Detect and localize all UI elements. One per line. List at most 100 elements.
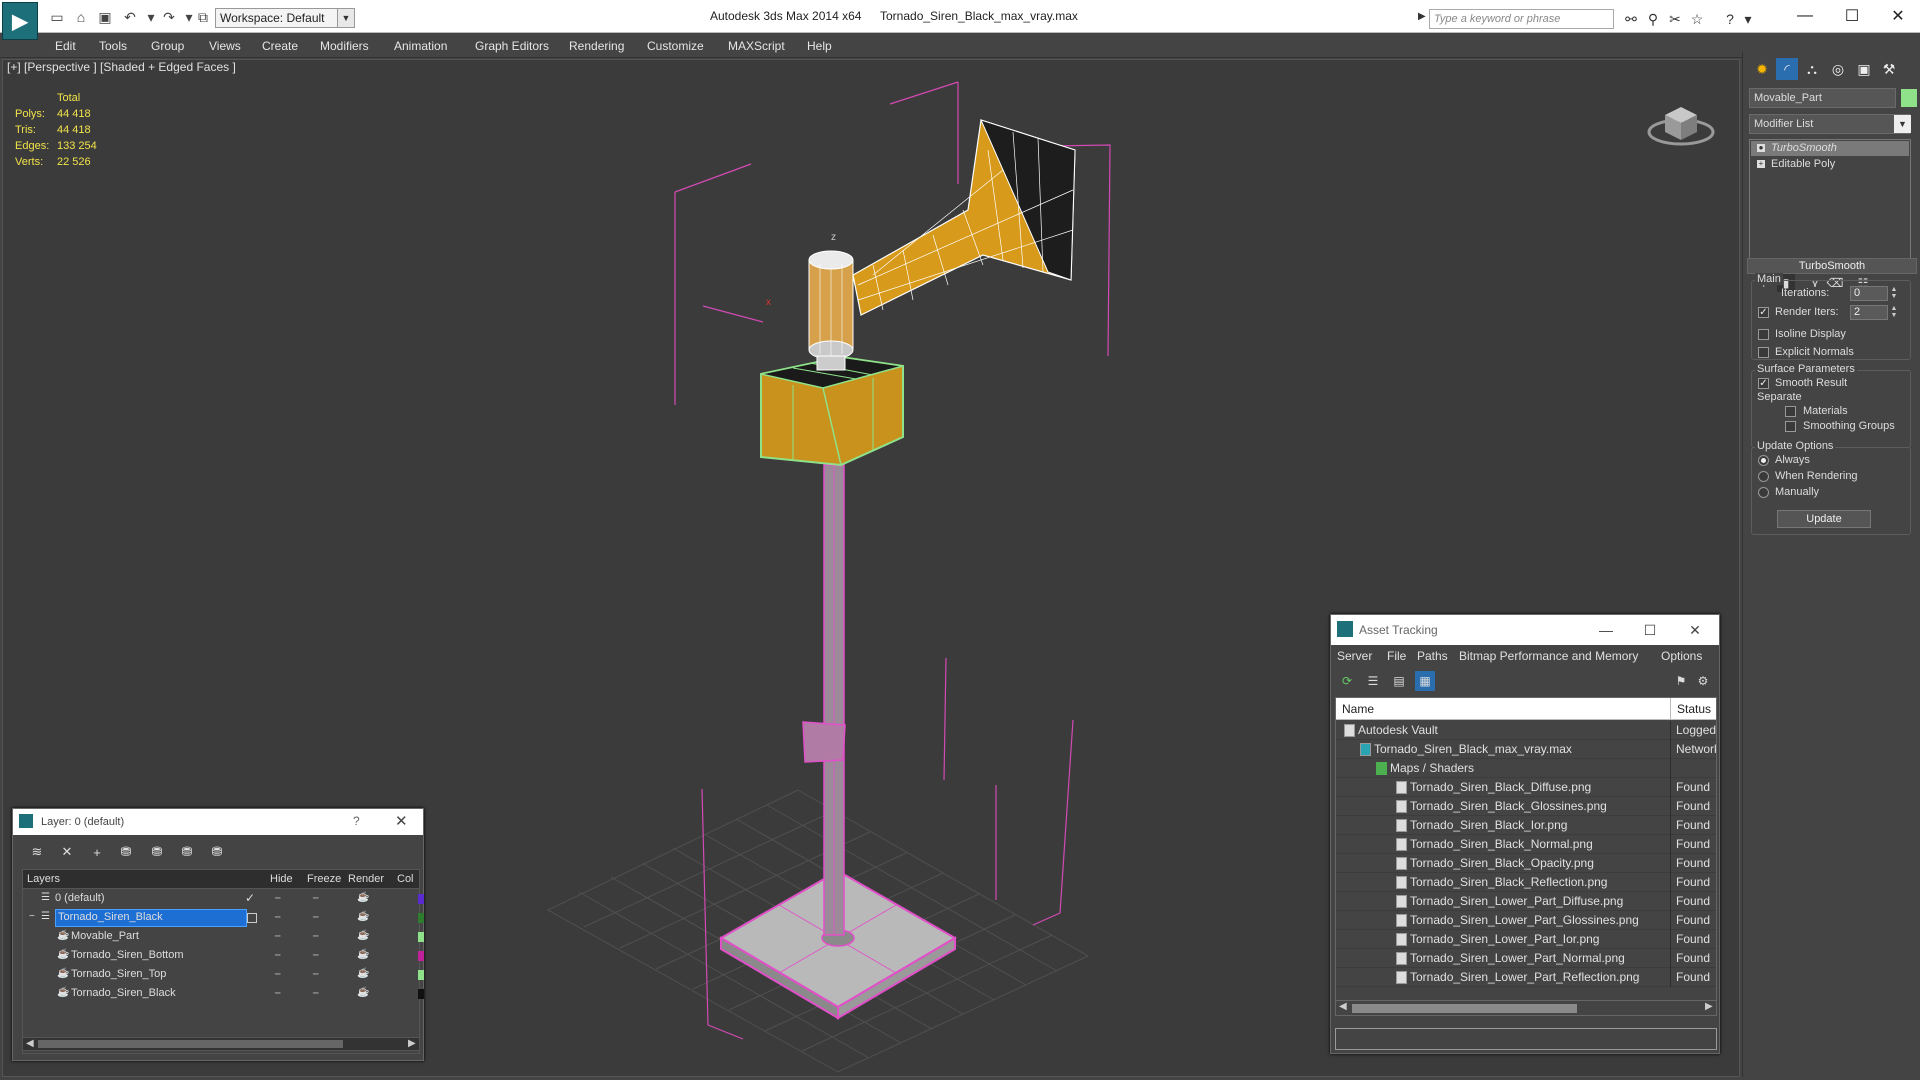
- modifier-list-dropdown[interactable]: Modifier List: [1749, 114, 1910, 134]
- render-iters-spinner-arrows-icon[interactable]: ▲ ▼: [1889, 305, 1899, 320]
- list-view-icon[interactable]: ☰: [1363, 671, 1383, 691]
- menu-edit[interactable]: Edit: [55, 39, 76, 53]
- update-button[interactable]: Update: [1777, 510, 1871, 528]
- create-layer-icon[interactable]: ≋: [27, 842, 47, 862]
- col-freeze[interactable]: Freeze: [307, 873, 341, 885]
- asset-maximize-button[interactable]: ☐: [1638, 620, 1662, 640]
- help-pin-icon[interactable]: ⚑: [1671, 671, 1691, 691]
- asset-row[interactable]: Tornado_Siren_Black_Ior.png Found: [1336, 816, 1716, 835]
- hide-all-icon[interactable]: ⛃: [177, 842, 197, 862]
- workspace-dropdown[interactable]: Workspace: Default: [215, 8, 345, 28]
- workspace-dropdown-arrow-icon[interactable]: ▼: [337, 8, 355, 28]
- highlight-selected-icon[interactable]: ⛃: [147, 842, 167, 862]
- delete-layer-icon[interactable]: ✕: [57, 842, 77, 862]
- render-teapot-icon[interactable]: ☕: [357, 911, 369, 922]
- render-iters-checkbox[interactable]: ✓: [1758, 307, 1769, 318]
- undo-icon[interactable]: ↶: [121, 8, 139, 26]
- scroll-right-icon[interactable]: ▶: [408, 1038, 416, 1049]
- manually-radio[interactable]: [1758, 487, 1769, 498]
- modify-tab-icon[interactable]: ◜: [1776, 58, 1798, 80]
- open-file-icon[interactable]: ⌂: [72, 8, 90, 26]
- scroll-left-icon[interactable]: ◀: [1339, 1001, 1347, 1012]
- layer-color-swatch[interactable]: [418, 970, 424, 980]
- iterations-spinner[interactable]: 0: [1850, 286, 1888, 301]
- layer-row[interactable]: ☕ Tornado_Siren_Black ━ ━ ☕: [23, 985, 424, 1004]
- subscription-icon[interactable]: ⚲: [1643, 9, 1663, 29]
- layer-horizontal-scrollbar[interactable]: ◀ ▶: [22, 1037, 420, 1051]
- layer-color-swatch[interactable]: [418, 932, 424, 942]
- asset-menu-options[interactable]: Options: [1661, 649, 1702, 663]
- layer-color-swatch[interactable]: [418, 951, 424, 961]
- make-active-checkbox[interactable]: [247, 913, 257, 923]
- layer-row[interactable]: ☕ Movable_Part ━ ━ ☕: [23, 928, 424, 947]
- redo-icon[interactable]: ↷: [160, 8, 178, 26]
- modifier-list-arrow-icon[interactable]: ▼: [1894, 115, 1911, 133]
- col-layers[interactable]: Layers: [27, 873, 60, 885]
- object-name-field[interactable]: Movable_Part: [1749, 88, 1896, 108]
- save-file-icon[interactable]: ▣: [96, 8, 114, 26]
- object-color-swatch[interactable]: [1901, 89, 1917, 107]
- layer-color-swatch[interactable]: [418, 913, 424, 923]
- scrollbar-thumb[interactable]: [1352, 1004, 1577, 1013]
- lightbulb-icon[interactable]: ●: [1757, 144, 1765, 152]
- help-dropdown-icon[interactable]: ▾: [1738, 9, 1758, 29]
- col-status[interactable]: Status: [1677, 702, 1711, 716]
- undo-dropdown-icon[interactable]: ▾: [142, 8, 160, 26]
- detail-view-icon[interactable]: ▤: [1389, 671, 1409, 691]
- isoline-display-checkbox[interactable]: [1758, 329, 1769, 340]
- freeze-toggle[interactable]: ━: [313, 931, 318, 942]
- always-radio[interactable]: [1758, 455, 1769, 466]
- asset-row[interactable]: Tornado_Siren_Black_max_vray.max Network: [1336, 740, 1716, 759]
- asset-menu-bitmap-performance[interactable]: Bitmap Performance and Memory: [1459, 649, 1638, 663]
- layer-dialog-titlebar[interactable]: Layer: 0 (default) ? ✕: [13, 809, 423, 835]
- asset-row[interactable]: Tornado_Siren_Lower_Part_Normal.png Found: [1336, 949, 1716, 968]
- asset-menu-file[interactable]: File: [1387, 649, 1406, 663]
- freeze-toggle[interactable]: ━: [313, 912, 318, 923]
- freeze-toggle[interactable]: ━: [313, 988, 318, 999]
- scrollbar-thumb[interactable]: [38, 1040, 343, 1048]
- asset-row[interactable]: Tornado_Siren_Black_Glossines.png Found: [1336, 797, 1716, 816]
- add-to-layer-icon[interactable]: +: [87, 842, 107, 862]
- favorites-star-icon[interactable]: ☆: [1687, 9, 1707, 29]
- create-tab-icon[interactable]: ✹: [1751, 58, 1773, 80]
- table-view-icon[interactable]: ▦: [1415, 671, 1435, 691]
- freeze-toggle[interactable]: ━: [313, 969, 318, 980]
- search-input[interactable]: Type a keyword or phrase: [1429, 9, 1614, 29]
- asset-row[interactable]: Maps / Shaders: [1336, 759, 1716, 778]
- freeze-all-icon[interactable]: ⛃: [207, 842, 227, 862]
- asset-row[interactable]: Tornado_Siren_Lower_Part_Reflection.png F…: [1336, 968, 1716, 987]
- col-hide[interactable]: Hide: [270, 873, 293, 885]
- smoothing-groups-checkbox[interactable]: [1785, 421, 1796, 432]
- minimize-button[interactable]: —: [1783, 4, 1827, 28]
- hide-toggle[interactable]: ━: [275, 893, 280, 904]
- settings-pin-icon[interactable]: ⚙: [1693, 671, 1713, 691]
- expand-plus-icon[interactable]: +: [1757, 160, 1765, 168]
- turbosmooth-rollout-header[interactable]: TurboSmooth: [1747, 258, 1917, 274]
- help-icon[interactable]: ?: [1720, 9, 1740, 29]
- render-teapot-icon[interactable]: ☕: [357, 987, 369, 998]
- active-layer-check-icon[interactable]: ✓: [245, 891, 255, 905]
- layer-row[interactable]: ☕ Tornado_Siren_Top ━ ━ ☕: [23, 966, 424, 985]
- asset-row[interactable]: Tornado_Siren_Lower_Part_Diffuse.png Foun…: [1336, 892, 1716, 911]
- stack-item-editable-poly[interactable]: + Editable Poly: [1751, 157, 1909, 172]
- layer-row[interactable]: − ☰ Tornado_Siren_Black ━ ━ ☕: [23, 909, 424, 928]
- close-button[interactable]: ✕: [1876, 4, 1920, 28]
- render-teapot-icon[interactable]: ☕: [357, 968, 369, 979]
- menu-maxscript[interactable]: MAXScript: [728, 39, 785, 53]
- layer-row[interactable]: ☰ 0 (default) ✓ ━ ━ ☕: [23, 890, 424, 909]
- app-logo-icon[interactable]: ▶: [2, 2, 38, 40]
- asset-row[interactable]: Tornado_Siren_Black_Reflection.png Found: [1336, 873, 1716, 892]
- project-folder-icon[interactable]: ⧉: [194, 8, 212, 26]
- asset-close-button[interactable]: ✕: [1683, 620, 1707, 640]
- freeze-toggle[interactable]: ━: [313, 950, 318, 961]
- asset-row[interactable]: Autodesk Vault Logged: [1336, 721, 1716, 740]
- new-file-icon[interactable]: ▭: [48, 8, 66, 26]
- collapse-icon[interactable]: −: [29, 911, 35, 922]
- search-expand-icon[interactable]: ▶: [1418, 11, 1426, 22]
- asset-minimize-button[interactable]: —: [1594, 620, 1618, 640]
- menu-graph-editors[interactable]: Graph Editors: [475, 39, 549, 53]
- menu-group[interactable]: Group: [151, 39, 184, 53]
- asset-menu-paths[interactable]: Paths: [1417, 649, 1448, 663]
- render-iters-spinner[interactable]: 2: [1850, 305, 1888, 320]
- binoculars-icon[interactable]: ⚯: [1621, 9, 1641, 29]
